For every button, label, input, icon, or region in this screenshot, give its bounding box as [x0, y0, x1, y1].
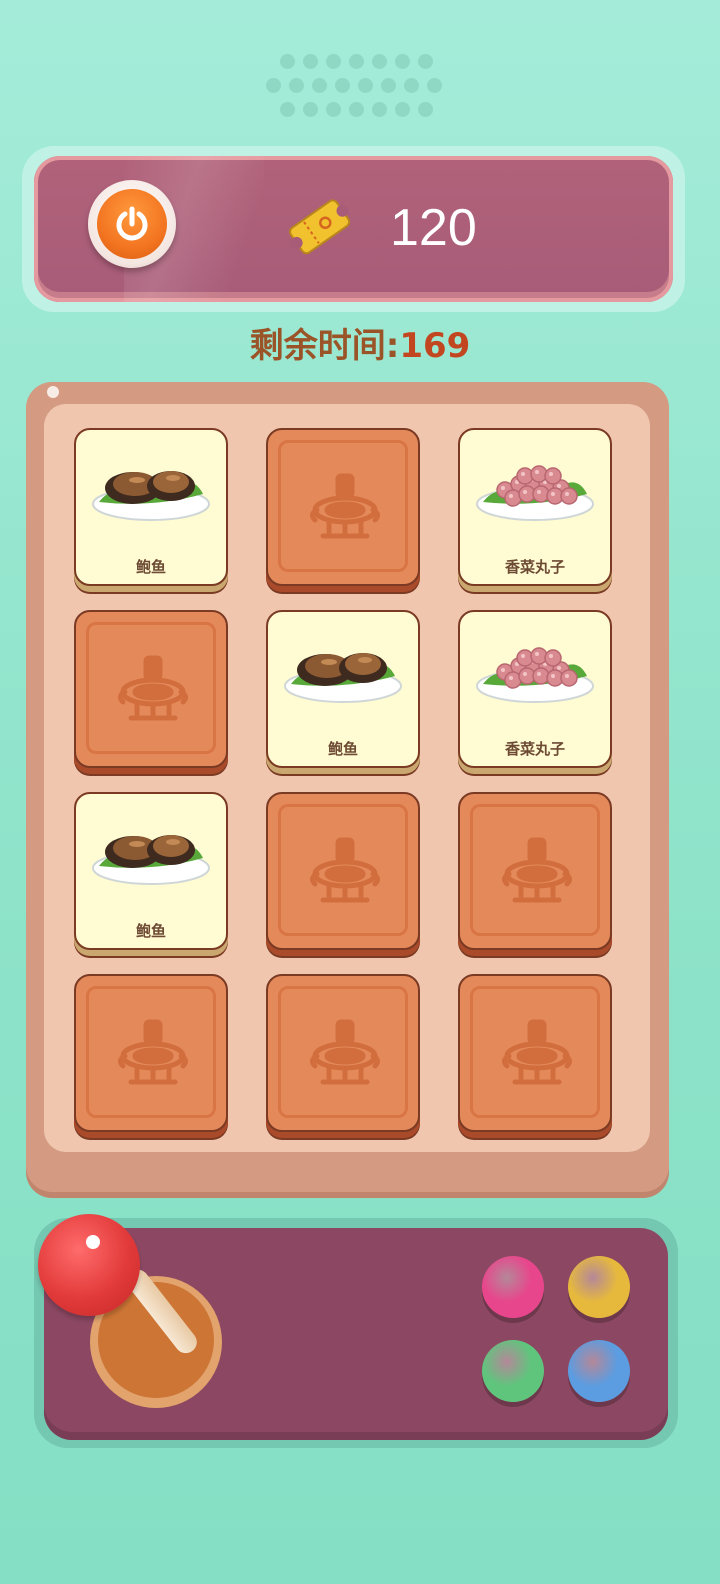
hotpot-icon [309, 1019, 381, 1085]
hotpot-icon [501, 1019, 573, 1085]
card-facedown[interactable] [74, 974, 228, 1132]
hotpot-icon [309, 473, 381, 539]
pink-button[interactable] [482, 1256, 544, 1318]
card-facedown[interactable] [266, 428, 420, 586]
card-label: 香菜丸子 [504, 558, 565, 576]
score-value: 120 [390, 199, 477, 257]
yellow-button[interactable] [568, 1256, 630, 1318]
abalone-dish-icon [92, 471, 210, 521]
card-facedown[interactable] [266, 974, 420, 1132]
meatballs-dish-icon [476, 647, 594, 703]
hotpot-icon [501, 837, 573, 903]
time-remaining: 剩余时间:169 [0, 322, 720, 370]
card-revealed-meatballs[interactable]: 香菜丸子 [458, 428, 612, 586]
blue-button[interactable] [568, 1340, 630, 1402]
abalone-dish-icon [92, 835, 210, 885]
card-label: 鲍鱼 [327, 740, 358, 758]
board-light [47, 386, 59, 398]
card-label: 鲍鱼 [135, 922, 166, 940]
card-label: 鲍鱼 [135, 558, 166, 576]
card-revealed-meatballs[interactable]: 香菜丸子 [458, 610, 612, 768]
hotpot-icon [117, 655, 189, 721]
card-facedown[interactable] [74, 610, 228, 768]
card-facedown[interactable] [458, 974, 612, 1132]
speaker-grille [266, 54, 456, 124]
hotpot-icon [309, 837, 381, 903]
green-button[interactable] [482, 1340, 544, 1402]
card-label: 香菜丸子 [504, 740, 565, 758]
ticket-icon [288, 199, 351, 255]
card-revealed-abalone[interactable]: 鲍鱼 [74, 792, 228, 950]
power-button[interactable] [88, 180, 176, 268]
card-revealed-abalone[interactable]: 鲍鱼 [74, 428, 228, 586]
meatballs-dish-icon [476, 465, 594, 521]
time-remaining-value: 169 [399, 326, 471, 366]
joystick[interactable] [38, 1214, 140, 1316]
time-remaining-label: 剩余时间: [249, 326, 400, 366]
card-facedown[interactable] [266, 792, 420, 950]
power-icon [116, 206, 148, 241]
abalone-dish-icon [284, 653, 402, 703]
card-grid: 鲍鱼 香菜丸子 鲍鱼 香菜丸子 鲍鱼 [44, 404, 650, 1152]
hotpot-icon [117, 1019, 189, 1085]
card-facedown[interactable] [458, 792, 612, 950]
card-revealed-abalone[interactable]: 鲍鱼 [266, 610, 420, 768]
